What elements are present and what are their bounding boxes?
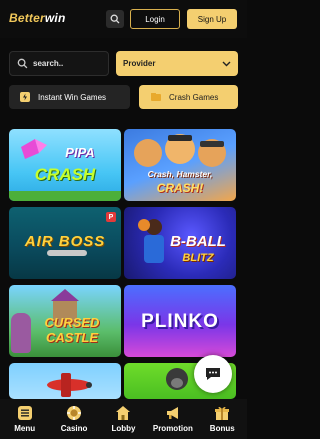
- game-tile-plinko[interactable]: PLINKO: [124, 285, 236, 357]
- search-input[interactable]: [33, 59, 103, 68]
- gift-icon: [215, 406, 230, 420]
- game-tile-cursed-castle[interactable]: CURSED CASTLE: [9, 285, 121, 357]
- tab-crash-games[interactable]: Crash Games: [139, 85, 238, 109]
- nav-item-lobby[interactable]: Lobby: [99, 405, 148, 433]
- game-title-line2: CRASH!: [156, 181, 204, 195]
- nav-item-casino[interactable]: Casino: [50, 405, 99, 433]
- signup-button[interactable]: Sign Up: [187, 9, 237, 29]
- nav-label: Bonus: [209, 424, 235, 433]
- game-title-line1: Crash, Hamster,: [147, 169, 213, 179]
- nav-item-menu[interactable]: Menu: [0, 405, 49, 433]
- gorilla-illustration: [166, 368, 188, 390]
- nav-label: Casino: [60, 424, 88, 433]
- chevron-down-icon: [222, 61, 231, 66]
- header-search-button[interactable]: [106, 10, 124, 28]
- game-tile-crash-hamster-crash[interactable]: Crash, Hamster, CRASH!: [124, 129, 236, 201]
- chat-bubble-icon: [206, 368, 220, 380]
- tab-label: Instant Win Games: [38, 92, 107, 102]
- game-title-line2: BLITZ: [182, 252, 214, 264]
- megaphone-icon: [166, 407, 178, 419]
- search-icon: [17, 58, 28, 69]
- crash-games-icon: [151, 93, 161, 101]
- game-title-line1: PIPA: [65, 145, 95, 160]
- game-tile-plane-crash[interactable]: [9, 363, 121, 399]
- lobby-house-icon: [116, 406, 131, 420]
- tab-instant-win-games[interactable]: Instant Win Games: [9, 85, 130, 109]
- nav-label: Promotion: [152, 424, 193, 433]
- casino-chip-icon: [67, 406, 82, 420]
- aircraft-shape: [47, 250, 87, 256]
- nav-label: Lobby: [111, 424, 136, 433]
- nav-item-promotion[interactable]: Promotion: [148, 405, 197, 433]
- login-button[interactable]: Login: [130, 9, 180, 29]
- game-tile-air-boss[interactable]: P AIR BOSS: [9, 207, 121, 279]
- logo-text-better: Better: [9, 11, 45, 25]
- plane-illustration: [47, 373, 92, 397]
- game-tile-b-ball-blitz[interactable]: B-BALL BLITZ: [124, 207, 236, 279]
- hamsters-illustration: [134, 134, 226, 167]
- provider-dropdown[interactable]: Provider: [116, 51, 238, 76]
- bottom-navigation: Menu Casino Lobby Promotion Bonus: [0, 399, 247, 439]
- nav-item-bonus[interactable]: Bonus: [198, 405, 247, 433]
- provider-badge: P: [106, 212, 116, 222]
- menu-icon: [17, 406, 32, 420]
- live-chat-button[interactable]: [194, 355, 232, 393]
- game-title-line1: AIR BOSS: [24, 233, 106, 250]
- top-header: Betterwin Login Sign Up: [0, 0, 247, 38]
- logo-text-win: win: [44, 11, 66, 25]
- game-title-line1: PLINKO: [141, 311, 219, 332]
- game-title-line2: CRASH: [34, 165, 96, 184]
- nav-label: Menu: [14, 424, 36, 433]
- instant-win-icon: [20, 92, 30, 102]
- tab-label: Crash Games: [169, 92, 219, 102]
- provider-label: Provider: [123, 59, 156, 68]
- search-icon: [110, 14, 120, 24]
- grass-strip: [9, 191, 121, 201]
- wizard-character: [11, 313, 31, 353]
- game-search-field[interactable]: [9, 51, 109, 76]
- brand-logo[interactable]: Betterwin: [9, 11, 66, 25]
- game-title-line1: B-BALL: [170, 233, 226, 250]
- game-tile-pipa-crash[interactable]: PIPA CRASH: [9, 129, 121, 201]
